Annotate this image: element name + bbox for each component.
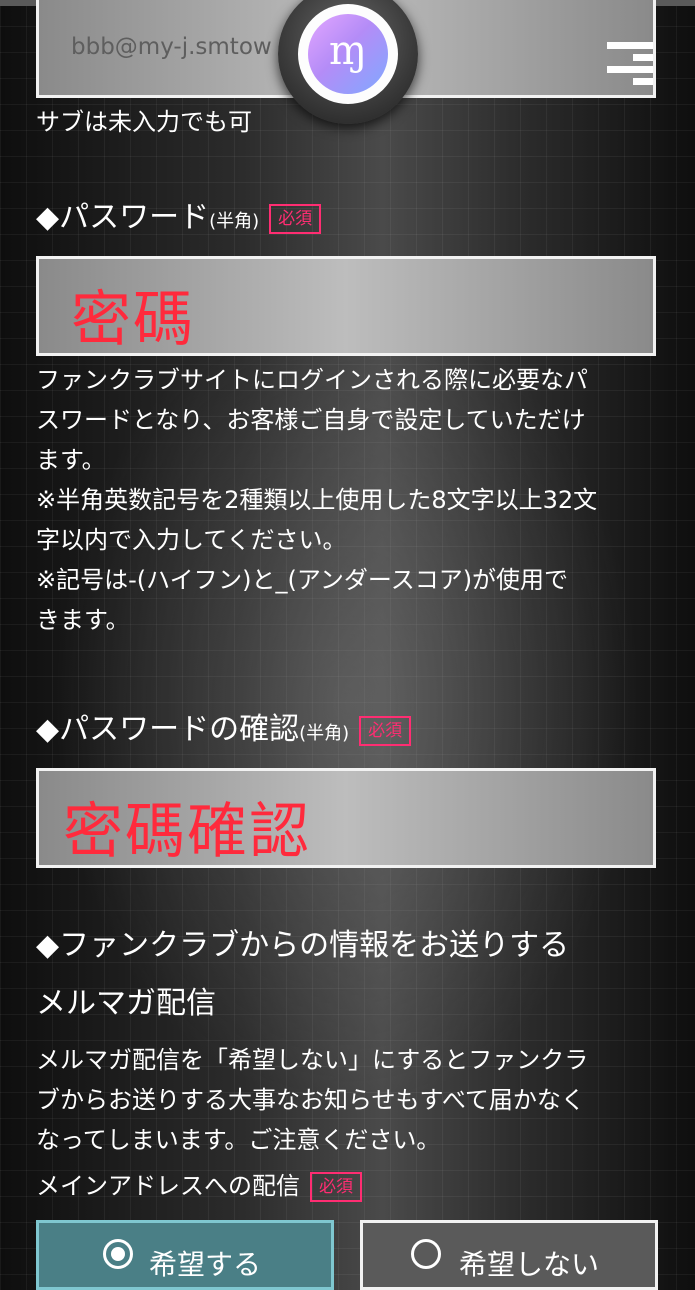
email-input-value: bbb@my-j.smtow [71, 34, 272, 60]
required-badge: 必須 [269, 203, 322, 234]
fanclub-logo-icon: ɱ [308, 14, 388, 94]
password-confirm-heading: ◆パスワードの確認(半角) 必須 [36, 704, 412, 748]
newsletter-option-no[interactable]: 希望しない [360, 1220, 658, 1290]
password-heading: ◆パスワード(半角) 必須 [36, 192, 322, 236]
password-confirm-input[interactable]: 密碼確認 [36, 768, 656, 868]
option-yes-label: 希望する [149, 1248, 262, 1281]
main-address-label: メインアドレスへの配信 必須 [36, 1166, 362, 1206]
password-value: 密碼 [71, 285, 195, 355]
password-input[interactable]: 密碼 [36, 256, 656, 356]
radio-unselected-icon[interactable] [411, 1239, 441, 1269]
logo-disc: ɱ [298, 4, 398, 104]
option-no-label: 希望しない [459, 1248, 600, 1281]
newsletter-heading: ◆ファンクラブからの情報をお送りする メルマガ配信 [36, 928, 570, 1021]
password-description: ファンクラブサイトにログインされる際に必要なパ スワードとなり、お客様ご自身で設… [36, 366, 598, 634]
password-confirm-value: 密碼確認 [63, 797, 311, 867]
newsletter-description: メルマガ配信を「希望しない」にするとファンクラ ブからお送りする大事なお知らせも… [36, 1046, 589, 1154]
required-badge: 必須 [310, 1172, 362, 1202]
fanclub-logo[interactable]: ɱ [278, 0, 418, 124]
sub-note: サブは未入力でも可 [36, 108, 252, 136]
radio-selected-icon[interactable] [103, 1239, 133, 1269]
newsletter-option-yes[interactable]: 希望する [36, 1220, 334, 1290]
required-badge: 必須 [359, 715, 412, 746]
menu-handle-icon[interactable] [607, 42, 653, 88]
